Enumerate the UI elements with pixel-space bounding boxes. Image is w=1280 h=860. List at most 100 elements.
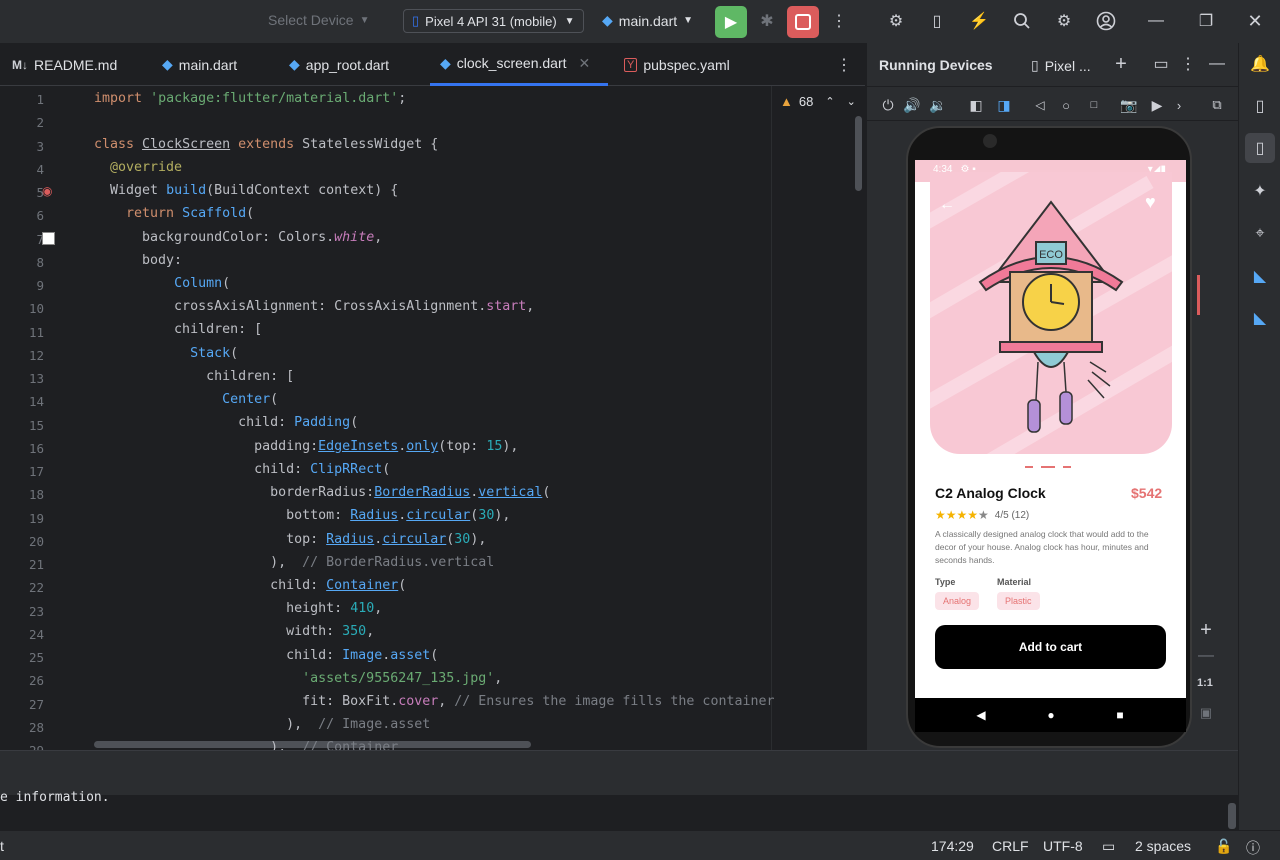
- panel-options-button[interactable]: ⋮: [1179, 53, 1197, 75]
- tab-pubspec[interactable]: Ypubspec.yaml: [620, 43, 734, 86]
- tab-options-button[interactable]: ⋮: [834, 53, 854, 77]
- gear-icon: ⚙: [1056, 13, 1072, 30]
- stop-icon: [795, 14, 811, 30]
- zoom-actual-size-button[interactable]: 1:1: [1197, 677, 1213, 689]
- gemini-tool[interactable]: ✦: [1249, 180, 1271, 202]
- device-screen[interactable]: 4:34 ⚙ ▪ ▾◢▮ ECO ← ♥ C2 Analog Clock $54…: [915, 160, 1186, 698]
- device-selector[interactable]: ▯ Pixel 4 API 31 (mobile) ▼: [403, 9, 584, 33]
- run-config-selector[interactable]: ◆ main.dart ▼: [602, 12, 693, 29]
- power-icon: ⏻: [882, 96, 894, 113]
- rotate-right-button[interactable]: ◨: [995, 95, 1013, 115]
- overview-button[interactable]: □: [1085, 95, 1103, 115]
- screenshot-button[interactable]: 📷: [1119, 95, 1139, 115]
- line-number: 15: [28, 417, 44, 433]
- add-to-cart-button[interactable]: Add to cart: [935, 625, 1166, 669]
- zoom-out-button[interactable]: —: [1193, 645, 1219, 667]
- zoom-in-button[interactable]: +: [1193, 617, 1219, 643]
- record-button[interactable]: ▶: [1147, 95, 1167, 115]
- heart-icon[interactable]: ♥: [1145, 192, 1156, 213]
- editor-tab-bar: M↓ README.md ◆ main.dart ◆ app_root.dart ◆ c…: [0, 43, 865, 86]
- search-button[interactable]: [1010, 9, 1034, 33]
- type-chip[interactable]: Analog: [935, 592, 980, 610]
- line-number: 26: [28, 673, 44, 689]
- nav-overview-icon[interactable]: ■: [1112, 706, 1128, 724]
- line-ending[interactable]: CRLF: [992, 838, 1029, 854]
- mirror-button[interactable]: ⧉: [1207, 95, 1227, 115]
- line-number: 21: [28, 557, 44, 572]
- console-scrollbar[interactable]: [1228, 803, 1236, 829]
- lock-icon[interactable]: 🔓: [1215, 838, 1232, 855]
- zoom-fit-button[interactable]: ▣: [1193, 703, 1219, 723]
- run-button[interactable]: ▶: [715, 6, 747, 38]
- device-tab[interactable]: ▯ Pixel ...: [1031, 57, 1091, 74]
- volume-down-button[interactable]: 🔉: [929, 95, 947, 115]
- attach-debugger-button[interactable]: ⚙: [884, 9, 908, 33]
- video-icon: ▶: [1151, 96, 1163, 113]
- tab-clock-screen[interactable]: ◆ clock_screen.dart ✕: [430, 43, 608, 86]
- minimize-button[interactable]: —: [1146, 9, 1166, 33]
- inspection-widget[interactable]: ▲ 68 ⌃ ⌄: [780, 94, 856, 109]
- rotate-right-icon: ◨: [997, 96, 1011, 113]
- bottom-tool-panel: e information.: [0, 750, 1238, 830]
- back-arrow-icon[interactable]: ←: [939, 196, 955, 214]
- tab-readme[interactable]: M↓ README.md: [8, 43, 121, 86]
- file-encoding[interactable]: UTF-8: [1043, 838, 1083, 854]
- tab-app-root[interactable]: ◆ app_root.dart: [285, 43, 393, 86]
- power-button[interactable]: ⏻: [879, 95, 897, 115]
- hide-panel-button[interactable]: —: [1207, 53, 1227, 75]
- volume-down-icon: 🔉: [929, 96, 947, 113]
- select-device-dropdown[interactable]: Select Device ▼: [268, 12, 370, 28]
- next-highlight-icon[interactable]: ⌄: [847, 95, 856, 108]
- material-chip[interactable]: Plastic: [997, 592, 1040, 610]
- stop-button[interactable]: [787, 6, 819, 38]
- line-number: 12: [28, 347, 44, 363]
- close-window-button[interactable]: ✕: [1245, 9, 1265, 33]
- back-button[interactable]: ◁: [1031, 95, 1049, 115]
- notifications-button[interactable]: 🔔: [1249, 53, 1271, 75]
- code-line: child: Container(: [94, 578, 407, 593]
- caret-position[interactable]: 174:29: [931, 838, 974, 854]
- console-output: e information.: [0, 790, 110, 805]
- line-number: 8: [36, 254, 44, 270]
- editorconfig-icon[interactable]: ▭: [1102, 838, 1115, 855]
- override-gutter-icon[interactable]: ◉: [42, 184, 52, 198]
- more-actions-button[interactable]: ⋮: [830, 9, 848, 33]
- code-editor[interactable]: 1 2 3 4 5 6 7 8 9 10 11 12 13 14 15 16 17 18 19 20 21 22 23 24 2…: [0, 86, 865, 750]
- device-selector-label: Pixel 4 API 31 (mobile): [425, 13, 557, 29]
- volume-up-button[interactable]: 🔊: [903, 95, 921, 115]
- tab-main-dart[interactable]: ◆ main.dart: [158, 43, 241, 86]
- problems-icon[interactable]: ⓘ: [1246, 838, 1260, 858]
- editor-scrollbar[interactable]: [855, 116, 862, 191]
- restore-button[interactable]: ❐: [1196, 9, 1216, 33]
- type-label: Type: [935, 577, 956, 587]
- add-device-button[interactable]: +: [1111, 53, 1131, 75]
- code-line: width: 350,: [94, 624, 375, 639]
- rotate-left-button[interactable]: ◧: [967, 95, 985, 115]
- nav-home-icon[interactable]: ●: [1043, 706, 1059, 724]
- flutter-performance-tool[interactable]: ◣: [1249, 307, 1271, 329]
- hot-reload-button[interactable]: ⚡: [967, 9, 991, 33]
- indent-setting[interactable]: 2 spaces: [1135, 838, 1191, 854]
- overview-icon: □: [1090, 99, 1098, 111]
- code-line: Center(: [222, 392, 279, 407]
- more-device-actions[interactable]: ›: [1171, 95, 1187, 115]
- debug-button[interactable]: ✱: [757, 9, 777, 33]
- star-empty-icon: ★: [978, 508, 989, 522]
- color-swatch-icon[interactable]: [42, 232, 55, 245]
- previous-highlight-icon[interactable]: ⌃: [825, 95, 834, 108]
- account-button[interactable]: [1094, 9, 1118, 33]
- device-manager-button[interactable]: ▯: [925, 9, 949, 33]
- settings-button[interactable]: ⚙: [1052, 9, 1076, 33]
- close-tab-icon[interactable]: ✕: [579, 55, 591, 72]
- device-manager-tool[interactable]: ▯: [1249, 95, 1271, 117]
- line-number: 19: [28, 510, 44, 526]
- layout-button[interactable]: ▭: [1151, 53, 1171, 75]
- flutter-inspector-tool[interactable]: ◣: [1249, 265, 1271, 287]
- home-button[interactable]: ○: [1057, 95, 1075, 115]
- running-devices-tool[interactable]: ▯: [1245, 133, 1275, 163]
- home-icon: ○: [1062, 97, 1070, 113]
- nav-back-icon[interactable]: ◀: [973, 706, 989, 724]
- panel-title: Running Devices: [879, 57, 993, 73]
- carousel-indicator: [1025, 466, 1071, 468]
- layout-inspector-tool[interactable]: ⌖: [1249, 223, 1271, 245]
